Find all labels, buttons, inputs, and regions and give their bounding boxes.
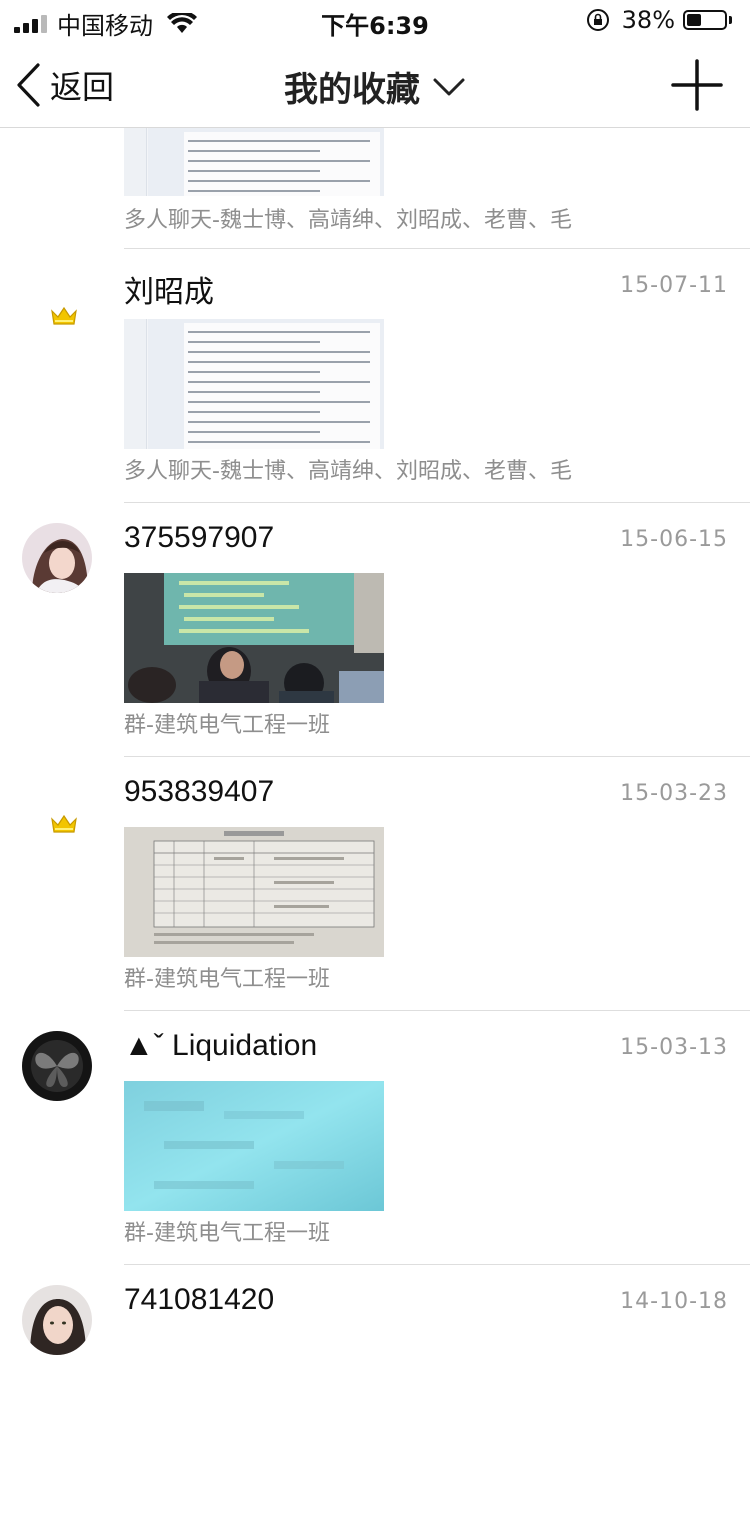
favorites-list: 多人聊天-魏士博、高靖绅、刘昭成、老曹、毛 刘昭成 15-07-11 多人聊天-… [0, 128, 750, 1519]
battery-fill [687, 14, 701, 26]
avatar[interactable] [22, 1031, 92, 1101]
rotation-lock-icon [586, 9, 609, 31]
status-bar: 中国移动 下午6:39 38% [0, 0, 750, 40]
favorite-source: 群-建筑电气工程一班 [124, 967, 330, 992]
crown-icon [51, 814, 77, 833]
favorite-source: 多人聊天-魏士博、高靖绅、刘昭成、老曹、毛 [124, 208, 572, 233]
battery-cap [729, 16, 732, 24]
battery-icon [683, 10, 727, 30]
avatar[interactable] [22, 1285, 92, 1355]
crown-icon [51, 306, 77, 325]
thumbnail-image[interactable] [124, 128, 384, 196]
document-screenshot [124, 128, 384, 196]
thumbnail-image[interactable] [124, 1081, 384, 1211]
favorite-source: 群-建筑电气工程一班 [124, 713, 330, 738]
favorite-author: 741081420 [124, 1283, 275, 1316]
add-button[interactable] [670, 58, 724, 112]
page-title: 我的收藏 [284, 70, 420, 110]
favorite-item[interactable]: ▲ˇ Liquidation 15-03-13 群-建筑电气工程一班 [0, 1011, 750, 1265]
thumbnail-image[interactable] [124, 827, 384, 957]
favorite-date: 15-07-11 [620, 273, 728, 298]
favorite-author: 375597907 [124, 521, 275, 554]
favorite-date: 15-06-15 [620, 527, 728, 552]
navigation-bar: 返回 我的收藏 [0, 40, 750, 128]
favorite-date: 15-03-23 [620, 781, 728, 806]
favorite-item[interactable]: 375597907 15-06-15 群-建筑电气工程一班 [0, 503, 750, 757]
avatar[interactable] [22, 523, 92, 593]
favorite-item[interactable]: 多人聊天-魏士博、高靖绅、刘昭成、老曹、毛 [0, 128, 750, 249]
status-right: 38% [586, 6, 732, 34]
favorite-item[interactable]: 953839407 15-03-23 群-建筑电气工程一班 [0, 757, 750, 1011]
favorite-author: 刘昭成 [124, 276, 214, 309]
chevron-down-icon [433, 78, 465, 95]
thumbnail-image[interactable] [124, 319, 384, 449]
document-screenshot [124, 319, 384, 449]
battery-percent: 38% [621, 6, 675, 34]
title-dropdown[interactable]: 我的收藏 [0, 62, 750, 111]
favorite-item[interactable]: 刘昭成 15-07-11 多人聊天-魏士博、高靖绅、刘昭成、老曹、毛 [0, 249, 750, 503]
favorite-author: ▲ˇ Liquidation [124, 1029, 318, 1062]
favorite-source: 多人聊天-魏士博、高靖绅、刘昭成、老曹、毛 [124, 459, 572, 484]
favorite-date: 14-10-18 [620, 1289, 728, 1314]
favorite-source: 群-建筑电气工程一班 [124, 1221, 330, 1246]
favorite-author: 953839407 [124, 775, 275, 808]
favorite-item[interactable]: 741081420 14-10-18 [0, 1265, 750, 1519]
thumbnail-image[interactable] [124, 573, 384, 703]
favorite-date: 15-03-13 [620, 1035, 728, 1060]
